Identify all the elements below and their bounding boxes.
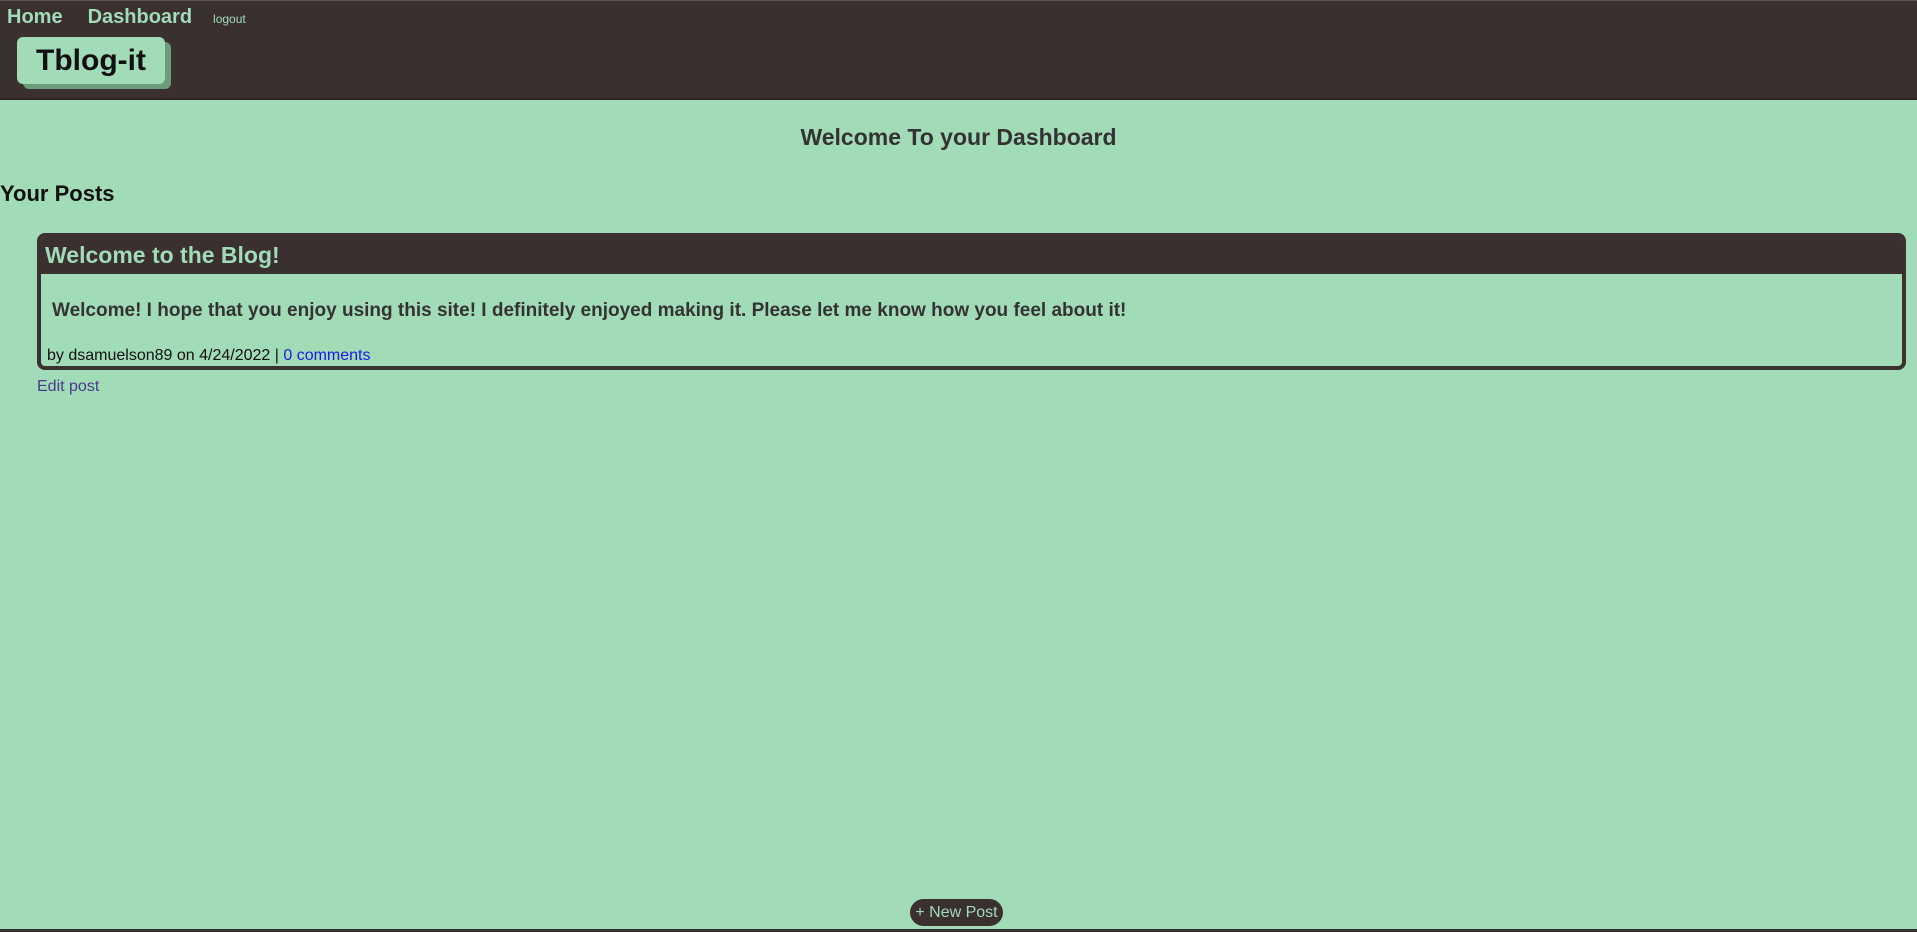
post-card: Welcome to the Blog! Welcome! I hope tha… bbox=[37, 233, 1906, 370]
comments-link[interactable]: 0 comments bbox=[283, 347, 370, 364]
main-nav: Home Dashboard logout bbox=[7, 6, 271, 29]
page-title: Welcome To your Dashboard bbox=[800, 124, 1117, 150]
site-logo: Tblog-it bbox=[17, 37, 165, 84]
nav-logout-link[interactable]: logout bbox=[213, 12, 246, 26]
new-post-button[interactable]: + New Post bbox=[910, 899, 1003, 926]
site-header: Home Dashboard logout Tblog-it bbox=[0, 0, 1917, 100]
post-meta: by dsamuelson89 on 4/24/2022 | 0 comment… bbox=[47, 347, 370, 365]
post-body: Welcome! I hope that you enjoy using thi… bbox=[52, 300, 1127, 321]
nav-home-link[interactable]: Home bbox=[7, 6, 63, 29]
post-title[interactable]: Welcome to the Blog! bbox=[41, 237, 1902, 274]
edit-post-link[interactable]: Edit post bbox=[37, 378, 99, 396]
section-title: Your Posts bbox=[0, 181, 115, 206]
nav-dashboard-link[interactable]: Dashboard bbox=[88, 6, 192, 29]
post-author-date: by dsamuelson89 on 4/24/2022 | bbox=[47, 347, 279, 364]
